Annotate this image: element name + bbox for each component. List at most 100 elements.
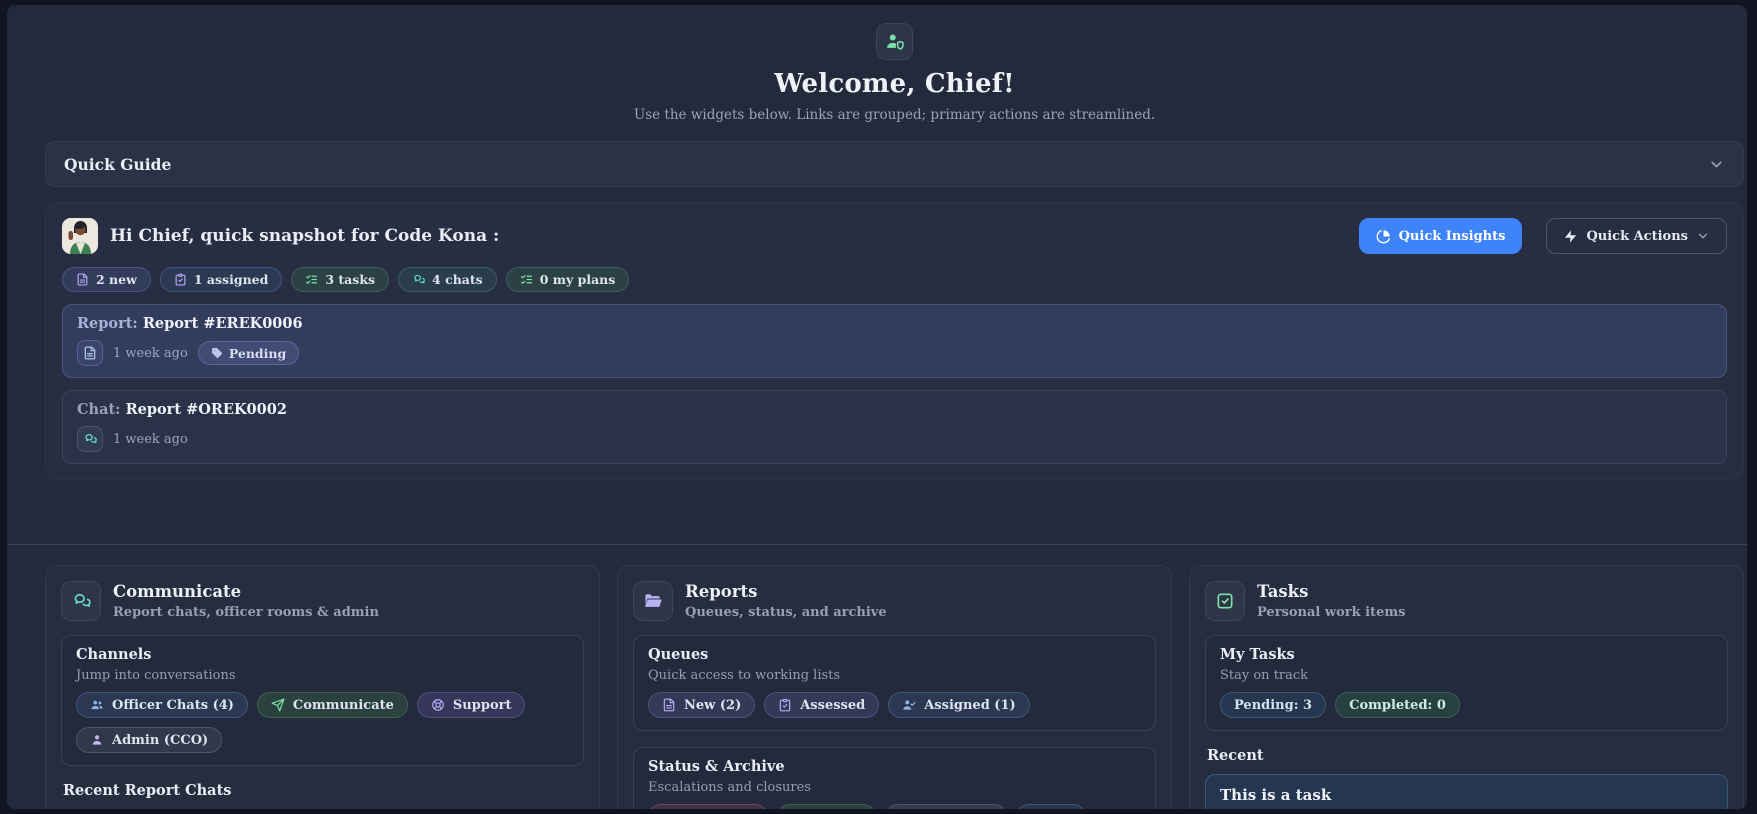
card-title: Reports bbox=[685, 582, 887, 601]
panel-queues: Queues Quick access to working lists New… bbox=[633, 635, 1156, 731]
chip-label: Assessed bbox=[800, 698, 865, 713]
item-time: 1 week ago bbox=[113, 346, 188, 361]
chip-support[interactable]: Support bbox=[417, 692, 526, 718]
chip-label: Communicate bbox=[293, 698, 394, 713]
item-kind: Report: bbox=[77, 315, 138, 332]
chip-label: Admin (CCO) bbox=[112, 733, 208, 748]
snapshot-item-report[interactable]: Report: Report #EREK0006 1 week ago Pend… bbox=[62, 304, 1727, 378]
panel-my-tasks: My Tasks Stay on track Pending: 3 Comple… bbox=[1205, 635, 1728, 731]
panel-subtitle: Stay on track bbox=[1220, 668, 1713, 683]
section-title: Recent Report Chats bbox=[63, 782, 584, 799]
status-label: Pending bbox=[229, 346, 286, 361]
hero-section: Welcome, Chief! Use the widgets below. L… bbox=[45, 23, 1744, 123]
chip-closed[interactable]: Closed bbox=[777, 804, 876, 809]
quick-insights-label: Quick Insights bbox=[1399, 229, 1506, 244]
section-recent-tasks: Recent This is a task Due Nov 21, 2025 P… bbox=[1205, 747, 1728, 809]
tag-icon bbox=[211, 347, 223, 359]
card-title: Tasks bbox=[1257, 582, 1405, 601]
quick-actions-button[interactable]: Quick Actions bbox=[1546, 218, 1727, 254]
chip-label: Assigned (1) bbox=[924, 698, 1015, 713]
card-title: Communicate bbox=[113, 582, 379, 601]
recent-task-card[interactable]: This is a task Due Nov 21, 2025 Pending bbox=[1205, 774, 1728, 809]
chevron-down-icon bbox=[1708, 156, 1725, 173]
stat-badge-new[interactable]: 2 new bbox=[62, 267, 151, 292]
quick-guide-title: Quick Guide bbox=[64, 155, 171, 174]
users-icon bbox=[90, 698, 104, 712]
status-badge: Pending bbox=[198, 341, 299, 365]
quick-actions-label: Quick Actions bbox=[1586, 229, 1688, 244]
stat-badge-my-plans[interactable]: 0 my plans bbox=[506, 267, 630, 292]
card-tasks: Tasks Personal work items My Tasks Stay … bbox=[1189, 565, 1744, 809]
quick-guide-accordion[interactable]: Quick Guide bbox=[45, 141, 1744, 187]
pie-chart-icon bbox=[1376, 229, 1391, 244]
chip-label: Pending: 3 bbox=[1234, 698, 1312, 713]
task-title: This is a task bbox=[1220, 786, 1713, 804]
stat-badge-tasks[interactable]: 3 tasks bbox=[291, 267, 389, 292]
stat-label: 3 tasks bbox=[325, 272, 375, 287]
stat-label: 2 new bbox=[96, 272, 137, 287]
zap-icon bbox=[1563, 229, 1578, 244]
chip-assigned[interactable]: Assigned (1) bbox=[888, 692, 1029, 718]
chevron-down-icon bbox=[1696, 229, 1710, 243]
clipboard-check-icon bbox=[174, 273, 187, 286]
snapshot-greeting: Hi Chief, quick snapshot for Code Kona : bbox=[110, 226, 499, 246]
stat-badge-chats[interactable]: 4 chats bbox=[398, 267, 497, 292]
life-buoy-icon bbox=[431, 698, 445, 712]
widget-cards: Communicate Report chats, officer rooms … bbox=[45, 565, 1744, 809]
card-subtitle: Personal work items bbox=[1257, 605, 1405, 620]
snapshot-panel: Hi Chief, quick snapshot for Code Kona :… bbox=[45, 202, 1744, 480]
item-kind: Chat: bbox=[77, 401, 121, 418]
section-divider bbox=[7, 544, 1747, 545]
page-title: Welcome, Chief! bbox=[45, 69, 1744, 99]
item-time: 1 week ago bbox=[113, 432, 188, 447]
user-icon bbox=[90, 733, 104, 747]
chip-completed-count[interactable]: Completed: 0 bbox=[1335, 692, 1460, 718]
square-check-icon bbox=[1205, 581, 1245, 621]
panel-subtitle: Jump into conversations bbox=[76, 668, 569, 683]
section-title: Recent bbox=[1207, 747, 1728, 764]
avatar bbox=[62, 218, 98, 254]
list-checks-icon bbox=[305, 273, 318, 286]
file-icon bbox=[76, 273, 89, 286]
clipboard-check-icon bbox=[778, 698, 792, 712]
panel-subtitle: Escalations and closures bbox=[648, 780, 1141, 795]
card-subtitle: Report chats, officer rooms & admin bbox=[113, 605, 379, 620]
chip-officer-chats[interactable]: Officer Chats (4) bbox=[76, 692, 248, 718]
folder-open-icon bbox=[633, 581, 673, 621]
chat-bubbles-icon bbox=[77, 426, 103, 452]
file-icon bbox=[77, 340, 103, 366]
chip-assessed[interactable]: Assessed bbox=[764, 692, 879, 718]
card-communicate: Communicate Report chats, officer rooms … bbox=[45, 565, 600, 809]
stat-label: 0 my plans bbox=[540, 272, 616, 287]
stat-label: 1 assigned bbox=[194, 272, 269, 287]
list-checks-icon bbox=[520, 273, 533, 286]
snapshot-item-chat[interactable]: Chat: Report #OREK0002 1 week ago bbox=[62, 390, 1727, 464]
file-icon bbox=[662, 698, 676, 712]
app-window: Welcome, Chief! Use the widgets below. L… bbox=[7, 5, 1747, 809]
chip-label: Officer Chats (4) bbox=[112, 698, 234, 713]
panel-title: My Tasks bbox=[1220, 646, 1713, 663]
chip-reopened[interactable]: Reopened bbox=[885, 804, 1007, 809]
chip-label: New (2) bbox=[684, 698, 741, 713]
chip-new[interactable]: New (2) bbox=[648, 692, 755, 718]
quick-insights-button[interactable]: Quick Insights bbox=[1359, 218, 1523, 254]
chip-admin-cco[interactable]: Admin (CCO) bbox=[76, 727, 222, 753]
chip-escalated[interactable]: Escalated bbox=[648, 804, 768, 809]
snapshot-stats: 2 new 1 assigned 3 tasks 4 chats 0 my pl… bbox=[62, 267, 1727, 292]
card-reports: Reports Queues, status, and archive Queu… bbox=[617, 565, 1172, 809]
chip-pending-count[interactable]: Pending: 3 bbox=[1220, 692, 1326, 718]
shield-user-icon bbox=[876, 23, 913, 60]
chip-communicate[interactable]: Communicate bbox=[257, 692, 408, 718]
stat-badge-assigned[interactable]: 1 assigned bbox=[160, 267, 283, 292]
chat-bubbles-icon bbox=[412, 273, 425, 286]
chip-all[interactable]: All bbox=[1016, 804, 1086, 809]
panel-status-archive: Status & Archive Escalations and closure… bbox=[633, 747, 1156, 809]
chip-label: Completed: 0 bbox=[1349, 698, 1446, 713]
chat-bubbles-icon bbox=[61, 581, 101, 621]
section-recent-report-chats: Recent Report Chats Report #OREK0002 1 w… bbox=[61, 782, 584, 809]
send-icon bbox=[271, 698, 285, 712]
panel-channels: Channels Jump into conversations Officer… bbox=[61, 635, 584, 766]
panel-title: Channels bbox=[76, 646, 569, 663]
stat-label: 4 chats bbox=[432, 272, 483, 287]
item-title: Report #OREK0002 bbox=[126, 401, 287, 418]
